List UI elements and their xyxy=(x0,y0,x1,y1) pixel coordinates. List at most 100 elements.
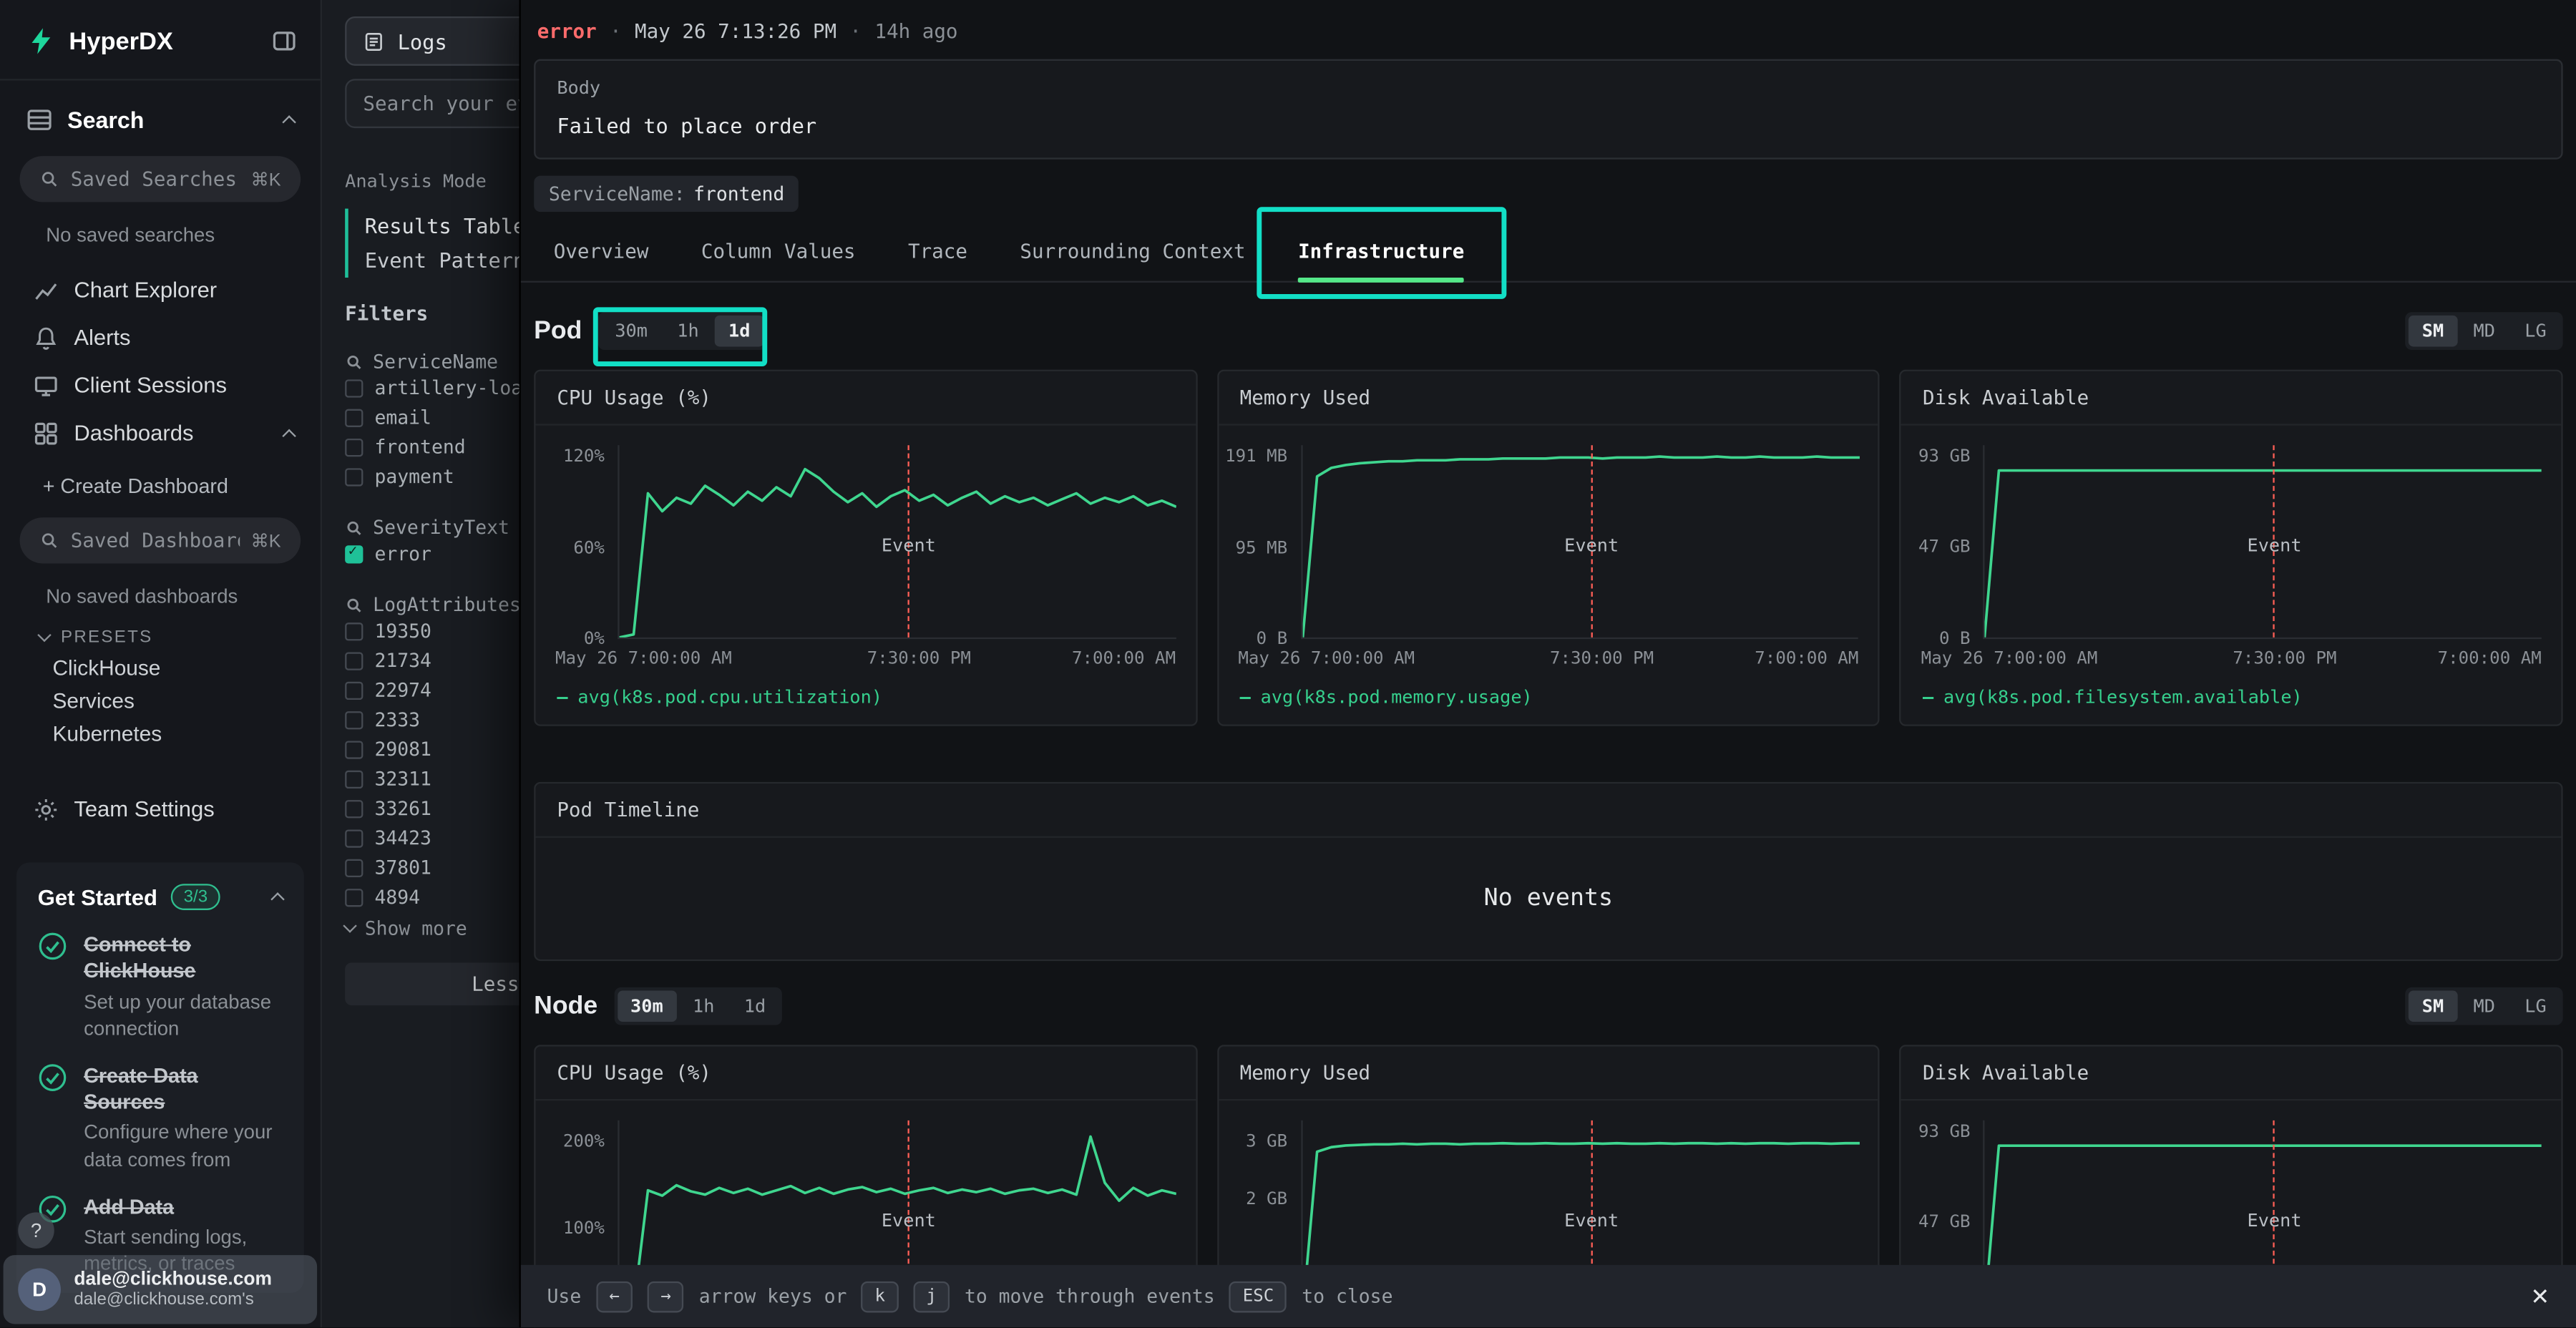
checkbox[interactable] xyxy=(345,711,363,728)
y-axis-ticks: 0%60%120% xyxy=(535,445,614,639)
checkbox[interactable] xyxy=(345,438,363,456)
size-md[interactable]: MD xyxy=(2460,316,2508,347)
checkbox[interactable] xyxy=(345,888,363,906)
x-axis-ticks: May 26 7:00:00 AM7:30:00 PM7:00:00 AM xyxy=(555,649,1176,672)
facet-option-label: 19350 xyxy=(374,620,431,643)
create-dashboard-button[interactable]: + Create Dashboard xyxy=(0,465,321,508)
event-search-placeholder: Search your ev xyxy=(363,92,529,115)
get-started-item-title: Add Data xyxy=(84,1194,283,1221)
size-lg[interactable]: LG xyxy=(2512,990,2560,1022)
checkbox[interactable] xyxy=(345,799,363,817)
checkbox[interactable] xyxy=(345,859,363,877)
line-chart-plot[interactable]: Event xyxy=(618,445,1176,639)
chevron-up-icon[interactable] xyxy=(282,428,296,441)
service-name-chip[interactable]: ServiceName: frontend xyxy=(534,176,799,213)
checkbox[interactable] xyxy=(345,770,363,788)
sidebar-item-alerts[interactable]: Alerts xyxy=(0,314,321,362)
sidebar-item-label: Team Settings xyxy=(74,797,294,821)
sidebar-item-team-settings[interactable]: Team Settings xyxy=(0,785,321,833)
chevron-up-icon[interactable] xyxy=(270,892,284,906)
preset-item-services[interactable]: Services xyxy=(0,683,321,716)
facet-option-label: 34423 xyxy=(374,826,431,849)
checkbox[interactable] xyxy=(345,467,363,485)
get-started-item[interactable]: Connect to ClickHouse Set up your databa… xyxy=(38,932,283,1042)
checkbox[interactable] xyxy=(345,740,363,758)
monitor-icon xyxy=(33,372,59,399)
app-title: HyperDX xyxy=(69,27,258,55)
gear-icon xyxy=(33,796,59,822)
range-1d[interactable]: 1d xyxy=(716,316,763,347)
event-tabs: Overview Column Values Trace Surrounding… xyxy=(521,225,2576,283)
range-30m[interactable]: 30m xyxy=(602,316,660,347)
range-1d[interactable]: 1d xyxy=(731,990,779,1022)
separator-dot: · xyxy=(610,20,622,43)
chevron-up-icon[interactable] xyxy=(282,115,296,129)
footer-text: to move through events xyxy=(965,1284,1215,1307)
event-marker-label: Event xyxy=(882,1210,936,1231)
facet-option-label: 2333 xyxy=(374,708,420,731)
help-button[interactable]: ? xyxy=(18,1212,54,1249)
legend-label: avg(k8s.pod.filesystem.available) xyxy=(1943,687,2303,708)
user-menu[interactable]: D dale@clickhouse.com dale@clickhouse.co… xyxy=(4,1255,318,1324)
checkbox[interactable] xyxy=(345,409,363,426)
key-esc: ESC xyxy=(1229,1281,1287,1312)
event-marker-label: Event xyxy=(1564,534,1619,556)
sidebar-item-client-sessions[interactable]: Client Sessions xyxy=(0,361,321,409)
pod-time-range-toggle: 30m 1h 1d xyxy=(598,312,766,350)
search-icon xyxy=(345,518,363,536)
range-1h[interactable]: 1h xyxy=(680,990,728,1022)
size-sm[interactable]: SM xyxy=(2409,316,2457,347)
tab-overview[interactable]: Overview xyxy=(554,225,649,281)
legend-swatch: — xyxy=(1240,687,1251,708)
saved-dashboards-placeholder: Saved Dashboards xyxy=(71,529,240,552)
footer-text: arrow keys or xyxy=(699,1284,847,1307)
saved-searches-input[interactable]: Saved Searches ⌘K xyxy=(20,156,301,202)
checkbox[interactable] xyxy=(345,829,363,846)
sidebar-section-search[interactable]: Search xyxy=(0,81,321,147)
get-started-progress-badge: 3/3 xyxy=(170,884,220,910)
range-1h[interactable]: 1h xyxy=(664,316,712,347)
event-marker-label: Event xyxy=(1564,1210,1619,1231)
facet-option-label: 33261 xyxy=(374,797,431,820)
tab-trace[interactable]: Trace xyxy=(908,225,967,281)
saved-dashboards-input[interactable]: Saved Dashboards ⌘K xyxy=(20,517,301,563)
presets-toggle[interactable]: PRESETS xyxy=(39,628,321,648)
preset-item-clickhouse[interactable]: ClickHouse xyxy=(0,650,321,683)
tab-infrastructure[interactable]: Infrastructure xyxy=(1298,225,1464,281)
get-started-item-subtitle: Configure where your data comes from xyxy=(84,1119,283,1172)
separator-dot: · xyxy=(849,20,862,43)
close-drawer-icon[interactable]: ✕ xyxy=(2530,1282,2550,1310)
sidebar-item-dashboards[interactable]: Dashboards xyxy=(0,409,321,457)
checkbox[interactable] xyxy=(345,622,363,640)
checkbox[interactable] xyxy=(345,651,363,669)
size-sm[interactable]: SM xyxy=(2409,990,2457,1022)
search-icon xyxy=(39,169,59,189)
preset-item-kubernetes[interactable]: Kubernetes xyxy=(0,716,321,749)
checkbox[interactable] xyxy=(345,681,363,699)
size-md[interactable]: MD xyxy=(2460,990,2508,1022)
check-circle-icon xyxy=(38,932,67,961)
chart-legend: —avg(k8s.pod.filesystem.available) xyxy=(1923,687,2540,708)
get-started-title: Get Started xyxy=(38,884,157,909)
checkbox[interactable] xyxy=(345,379,363,396)
get-started-item[interactable]: Create Data Sources Configure where your… xyxy=(38,1063,283,1173)
tab-column-values[interactable]: Column Values xyxy=(701,225,856,281)
facet-option-label: 32311 xyxy=(374,767,431,790)
line-chart-plot[interactable]: Event xyxy=(1984,445,2542,639)
range-30m[interactable]: 30m xyxy=(618,990,676,1022)
chart-card-pod-cpu: CPU Usage (%) 0%60%120% Event May 26 7:0… xyxy=(534,370,1197,726)
checkbox[interactable] xyxy=(345,545,363,562)
event-timestamp: May 26 7:13:26 PM xyxy=(635,20,836,43)
key-j: j xyxy=(913,1281,950,1312)
key-arrow-left: ← xyxy=(596,1281,633,1312)
facet-option-label: 29081 xyxy=(374,738,431,761)
sidebar-item-chart-explorer[interactable]: Chart Explorer xyxy=(0,266,321,314)
create-dashboard-label: + Create Dashboard xyxy=(43,475,228,498)
event-body-card: Body Failed to place order xyxy=(534,59,2562,160)
x-axis-ticks: May 26 7:00:00 AM7:30:00 PM7:00:00 AM xyxy=(1238,649,1858,672)
size-lg[interactable]: LG xyxy=(2512,316,2560,347)
line-chart-plot[interactable]: Event xyxy=(1301,445,1859,639)
tab-surrounding-context[interactable]: Surrounding Context xyxy=(1020,225,1245,281)
collapse-panel-icon[interactable] xyxy=(271,28,298,54)
key-arrow-right: → xyxy=(648,1281,684,1312)
